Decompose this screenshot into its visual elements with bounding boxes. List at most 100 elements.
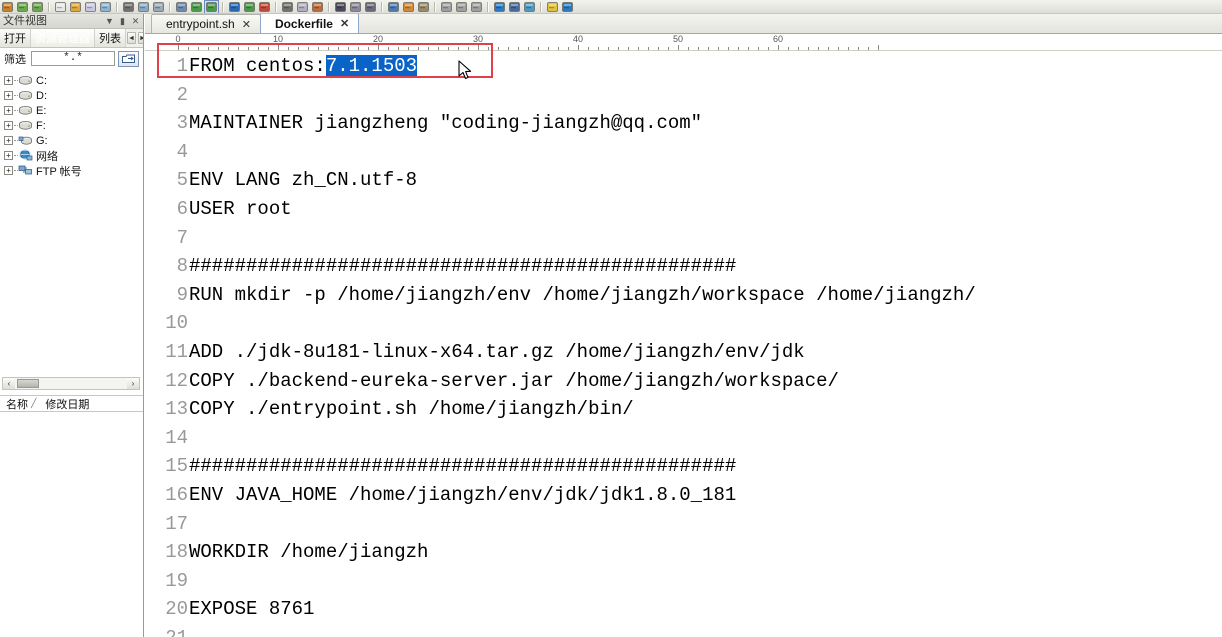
code-line[interactable]: 16 ENV JAVA_HOME /home/jiangzh/env/jdk/jd… bbox=[145, 481, 1222, 510]
save-file-icon[interactable] bbox=[99, 1, 112, 13]
code-line[interactable]: 6 USER root bbox=[145, 195, 1222, 224]
code-line[interactable]: 13 COPY ./entrypoint.sh /home/jiangzh/bin… bbox=[145, 395, 1222, 424]
tree-expander-icon[interactable]: + bbox=[4, 106, 13, 115]
editor-tab-entrypoint[interactable]: entrypoint.sh ✕ bbox=[151, 14, 261, 33]
cut-icon[interactable] bbox=[281, 1, 294, 13]
close-icon[interactable]: ✕ bbox=[340, 17, 349, 30]
line-numbers-icon[interactable] bbox=[204, 0, 219, 13]
paste-icon[interactable] bbox=[311, 1, 324, 13]
help-icon[interactable] bbox=[561, 1, 574, 13]
code-line[interactable]: 9 RUN mkdir -p /home/jiangzh/env /home/ji… bbox=[145, 281, 1222, 310]
hint-bulb-icon[interactable] bbox=[546, 1, 559, 13]
code-line[interactable]: 18 WORKDIR /home/jiangzh bbox=[145, 538, 1222, 567]
panel-close-button[interactable]: ✕ bbox=[130, 16, 141, 27]
open-folder-alt-icon[interactable] bbox=[84, 1, 97, 13]
code-line[interactable]: 12 COPY ./backend-eureka-server.jar /home… bbox=[145, 367, 1222, 396]
file-list-header: 名称 ╱ 修改日期 bbox=[0, 395, 143, 412]
sync-icon[interactable] bbox=[523, 1, 536, 13]
window-split-icon[interactable] bbox=[440, 1, 453, 13]
print-preview-icon[interactable] bbox=[137, 1, 150, 13]
code-line[interactable]: 17 bbox=[145, 510, 1222, 539]
code-line[interactable]: 20 EXPOSE 8761 bbox=[145, 595, 1222, 624]
find-icon[interactable] bbox=[334, 1, 347, 13]
panel-pin-button[interactable]: ▮ bbox=[117, 16, 128, 27]
drive-tree[interactable]: + C: + D: + E: + F: + G: + 网络 + FTP 帐号 bbox=[0, 69, 143, 369]
spellcheck-icon[interactable] bbox=[175, 1, 188, 13]
ruler-tick bbox=[738, 47, 739, 50]
filter-input[interactable]: *.* bbox=[31, 51, 115, 66]
document-properties-icon[interactable] bbox=[152, 1, 165, 13]
tree-expander-icon[interactable]: + bbox=[4, 121, 13, 130]
code-line[interactable]: 15 ######################################… bbox=[145, 452, 1222, 481]
close-icon[interactable]: ✕ bbox=[242, 18, 251, 31]
new-project-icon[interactable] bbox=[1, 1, 14, 13]
editor-tab-dockerfile[interactable]: Dockerfile ✕ bbox=[259, 14, 360, 33]
code-line[interactable]: 5 ENV LANG zh_CN.utf-8 bbox=[145, 166, 1222, 195]
code-text-area[interactable]: 1 FROM centos:7.1.1503 2 3 MAINTAINER jiangz… bbox=[145, 51, 1222, 637]
web-preview-icon[interactable] bbox=[493, 1, 506, 13]
tree-horizontal-scrollbar[interactable]: ‹ › bbox=[2, 377, 140, 390]
ruler-tick bbox=[258, 47, 259, 50]
scroll-track[interactable] bbox=[15, 378, 127, 389]
code-line[interactable]: 10 bbox=[145, 309, 1222, 338]
copy-icon[interactable] bbox=[296, 1, 309, 13]
panel-menu-button[interactable]: ▼ bbox=[104, 16, 115, 27]
ruler-tick bbox=[858, 47, 859, 50]
code-line[interactable]: 19 bbox=[145, 567, 1222, 596]
selected-text[interactable]: 7.1.1503 bbox=[325, 55, 418, 77]
globe-red-icon[interactable] bbox=[258, 1, 271, 13]
bookmark-list-icon[interactable] bbox=[402, 1, 415, 13]
ftp-upload-icon[interactable] bbox=[508, 1, 521, 13]
tabs-scroll-left-button[interactable]: ◄ bbox=[127, 32, 136, 44]
code-line[interactable]: 11 ADD ./jdk-8u181-linux-x64.tar.gz /home… bbox=[145, 338, 1222, 367]
tree-item-drive-g[interactable]: + G: bbox=[4, 133, 143, 148]
tree-item-drive-c[interactable]: + C: bbox=[4, 73, 143, 88]
window-cascade-icon[interactable] bbox=[470, 1, 483, 13]
tabs-scroll-right-button[interactable]: ► bbox=[137, 32, 143, 44]
tab-explorer[interactable]: 资源管理器 bbox=[31, 29, 95, 47]
code-line[interactable]: 8 #######################################… bbox=[145, 252, 1222, 281]
tree-item-network[interactable]: + 网络 bbox=[4, 148, 143, 163]
line-number: 19 bbox=[165, 569, 188, 592]
scroll-left-arrow[interactable]: ‹ bbox=[3, 378, 15, 389]
code-line[interactable]: 21 bbox=[145, 624, 1222, 637]
bookmark-toggle-icon[interactable] bbox=[387, 1, 400, 13]
print-icon[interactable] bbox=[122, 1, 135, 13]
column-header-modified-date[interactable]: 修改日期 bbox=[39, 396, 89, 412]
globe-green-icon[interactable] bbox=[243, 1, 256, 13]
tab-open[interactable]: 打开 bbox=[0, 29, 31, 47]
tree-item-drive-d[interactable]: + D: bbox=[4, 88, 143, 103]
tree-expander-icon[interactable]: + bbox=[4, 136, 13, 145]
code-line[interactable]: 2 bbox=[145, 81, 1222, 110]
window-tile-icon[interactable] bbox=[455, 1, 468, 13]
new-file-icon[interactable] bbox=[54, 1, 67, 13]
open-folder-icon[interactable] bbox=[69, 1, 82, 13]
back-arrow-icon[interactable] bbox=[16, 1, 29, 13]
code-line[interactable]: 7 bbox=[145, 224, 1222, 253]
toolbar-separator bbox=[328, 1, 330, 12]
find-next-icon[interactable] bbox=[349, 1, 362, 13]
code-line[interactable]: 1 FROM centos:7.1.1503 bbox=[145, 52, 1222, 81]
tree-expander-icon[interactable]: + bbox=[4, 76, 13, 85]
globe-blue-icon[interactable] bbox=[228, 1, 241, 13]
tree-expander-icon[interactable]: + bbox=[4, 151, 13, 160]
replace-icon[interactable] bbox=[364, 1, 377, 13]
tree-item-ftp[interactable]: + FTP 帐号 bbox=[4, 163, 143, 178]
code-line[interactable]: 14 bbox=[145, 424, 1222, 453]
toolbar-separator bbox=[540, 1, 542, 12]
tree-item-drive-f[interactable]: + F: bbox=[4, 118, 143, 133]
scroll-thumb[interactable] bbox=[17, 379, 39, 388]
code-line[interactable]: 3 MAINTAINER jiangzheng "coding-jiangzh@q… bbox=[145, 109, 1222, 138]
browse-folder-icon[interactable] bbox=[118, 50, 139, 67]
tree-expander-icon[interactable]: + bbox=[4, 166, 13, 175]
code-line[interactable]: 4 bbox=[145, 138, 1222, 167]
tree-expander-icon[interactable]: + bbox=[4, 91, 13, 100]
scroll-right-arrow[interactable]: › bbox=[127, 378, 139, 389]
column-mode-icon[interactable] bbox=[190, 1, 203, 13]
ruler-tick bbox=[478, 45, 479, 50]
tab-list[interactable]: 列表 bbox=[95, 29, 126, 47]
goto-line-icon[interactable] bbox=[417, 1, 430, 13]
tree-item-drive-e[interactable]: + E: bbox=[4, 103, 143, 118]
forward-arrow-icon[interactable] bbox=[31, 1, 44, 13]
column-header-name[interactable]: 名称 bbox=[0, 396, 28, 412]
